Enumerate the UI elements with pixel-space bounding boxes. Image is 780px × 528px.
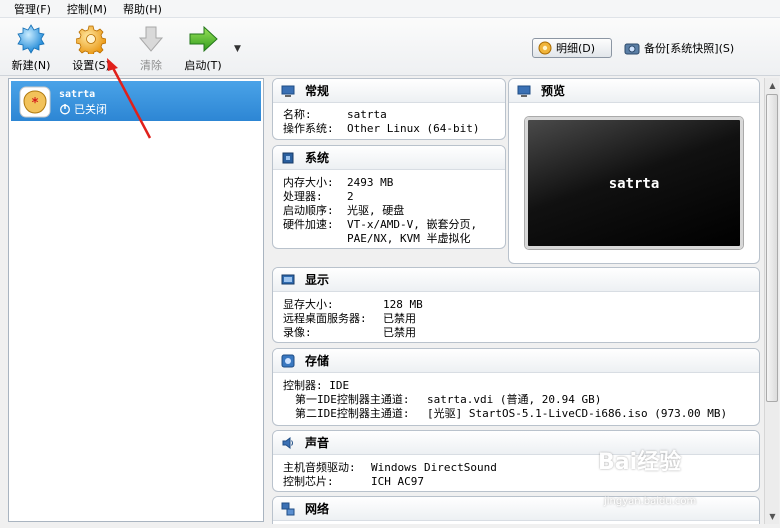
preview-header[interactable]: 预览	[509, 79, 759, 103]
vm-list-item[interactable]: * satrta 已关闭	[11, 81, 261, 121]
details-pane: 常规 名称: satrta 操作系统: Other Linux (64-bit) 系…	[268, 78, 762, 524]
system-mem-value: 2493 MB	[347, 176, 394, 189]
display-rec-key: 录像:	[283, 326, 312, 339]
svg-text:*: *	[32, 96, 39, 111]
power-off-icon	[60, 104, 70, 115]
snapshots-button[interactable]: 备份[系统快照](S)	[624, 38, 734, 58]
preview-section: 预览 satrta	[508, 78, 760, 264]
start-label: 启动(T)	[184, 59, 222, 72]
start-button[interactable]: 启动(T)	[180, 24, 226, 73]
audio-chip-value: ICH AC97	[371, 475, 424, 488]
storage-section: 存储 控制器: IDE 第一IDE控制器主通道: satrta.vdi (普通, …	[272, 348, 760, 426]
system-cpu-value: 2	[347, 190, 354, 203]
system-accel-value-2: PAE/NX, KVM 半虚拟化	[347, 232, 471, 245]
menu-control[interactable]: 控制(M)	[67, 1, 107, 17]
display-vram-key: 显存大小:	[283, 298, 334, 311]
menu-manage[interactable]: 管理(F)	[14, 1, 51, 17]
details-scrollbar[interactable]: ▲ ▼	[764, 78, 779, 524]
settings-label: 设置(S)	[72, 59, 110, 72]
audio-title: 声音	[305, 436, 330, 450]
storage-port2-key: 第二IDE控制器主通道:	[295, 407, 410, 420]
storage-title: 存储	[305, 354, 330, 368]
start-dropdown-icon[interactable]: ▼	[234, 44, 241, 54]
audio-chip-key: 控制芯片:	[283, 475, 334, 488]
display-rec-value: 已禁用	[383, 326, 416, 339]
audio-header[interactable]: 声音	[273, 431, 759, 455]
settings-button[interactable]: 设置(S)	[68, 24, 114, 73]
general-section: 常规 名称: satrta 操作系统: Other Linux (64-bit)	[272, 78, 506, 140]
general-header[interactable]: 常规	[273, 79, 505, 103]
network-title: 网络	[305, 502, 330, 516]
speaker-icon	[282, 436, 293, 449]
storage-port1-key: 第一IDE控制器主通道:	[295, 393, 410, 406]
details-gear-icon	[538, 41, 552, 55]
display-header[interactable]: 显示	[273, 268, 759, 292]
storage-port2-value: [光驱] StartOS-5.1-LiveCD-i686.iso (973.00…	[427, 407, 728, 420]
audio-driver-key: 主机音频驱动:	[283, 461, 356, 474]
general-name-key: 名称:	[283, 108, 312, 121]
network-icon	[281, 502, 295, 515]
system-cpu-key: 处理器:	[283, 190, 323, 203]
display-rdp-value: 已禁用	[383, 312, 416, 325]
snapshots-label: 备份[系统快照](S)	[644, 42, 735, 55]
storage-controller: 控制器: IDE	[283, 379, 350, 392]
system-boot-value: 光驱, 硬盘	[347, 204, 405, 217]
discard-button[interactable]: 清除	[128, 24, 174, 73]
scroll-down-icon[interactable]: ▼	[765, 509, 780, 524]
display-vram-value: 128 MB	[383, 298, 423, 311]
system-mem-key: 内存大小:	[283, 176, 334, 189]
gear-icon	[76, 25, 106, 54]
display-title: 显示	[305, 273, 330, 287]
preview-monitor-icon	[517, 85, 531, 97]
new-icon	[17, 24, 45, 54]
vm-os-icon: *	[19, 86, 51, 118]
general-title: 常规	[305, 84, 330, 98]
vm-list: * satrta 已关闭	[8, 78, 264, 522]
vm-name: satrta	[59, 89, 96, 100]
general-os-value: Other Linux (64-bit)	[347, 122, 480, 135]
system-section: 系统 内存大小: 2493 MB 处理器: 2 启动顺序: 光驱, 硬盘 硬件加速: V…	[272, 145, 506, 249]
display-section: 显示 显存大小: 128 MB 远程桌面服务器: 已禁用 录像: 已禁用	[272, 267, 760, 343]
system-accel-key: 硬件加速:	[283, 218, 334, 231]
monitor-icon	[281, 85, 295, 97]
system-accel-value-1: VT-x/AMD-V, 嵌套分页,	[347, 218, 478, 231]
storage-header[interactable]: 存储	[273, 349, 759, 373]
storage-port1-value: satrta.vdi (普通, 20.94 GB)	[427, 393, 602, 406]
preview-title: 预览	[541, 84, 566, 98]
audio-driver-value: Windows DirectSound	[371, 461, 497, 474]
watermark-logo: Bai经验	[598, 450, 682, 475]
new-button[interactable]: 新建(N)	[8, 24, 54, 73]
new-label: 新建(N)	[11, 59, 51, 72]
system-boot-key: 启动顺序:	[283, 204, 334, 217]
scroll-up-icon[interactable]: ▲	[765, 78, 780, 93]
chip-icon	[282, 152, 294, 163]
discard-label: 清除	[140, 59, 162, 72]
menu-help[interactable]: 帮助(H)	[123, 1, 162, 17]
menubar: 管理(F) 控制(M) 帮助(H)	[0, 0, 780, 18]
system-header[interactable]: 系统	[273, 146, 505, 170]
general-name-value: satrta	[347, 108, 387, 121]
scroll-thumb[interactable]	[766, 94, 778, 402]
watermark-url: jingyan.baidu.com	[604, 496, 697, 507]
storage-disk-icon	[281, 354, 295, 367]
toolbar: 新建(N) 设置(S) 清除 启动(T) ▼ 明细(D) 备份[系统快照](S)	[0, 18, 780, 76]
system-title: 系统	[305, 151, 330, 165]
start-arrow-icon	[189, 25, 218, 53]
vm-status-label: 已关闭	[74, 103, 107, 116]
arrow-down-disabled-icon	[138, 26, 164, 52]
details-label: 明细(D)	[556, 42, 596, 55]
audio-section: 声音 主机音频驱动: Windows DirectSound 控制芯片: ICH A…	[272, 430, 760, 492]
general-os-key: 操作系统:	[283, 122, 334, 135]
preview-screen-text: satrta	[608, 176, 660, 192]
display-icon	[281, 274, 295, 284]
details-button[interactable]: 明细(D)	[532, 38, 612, 58]
vm-status: 已关闭	[59, 101, 107, 117]
display-rdp-key: 远程桌面服务器:	[283, 312, 367, 325]
preview-screen: satrta	[525, 117, 743, 249]
camera-icon	[624, 43, 640, 55]
